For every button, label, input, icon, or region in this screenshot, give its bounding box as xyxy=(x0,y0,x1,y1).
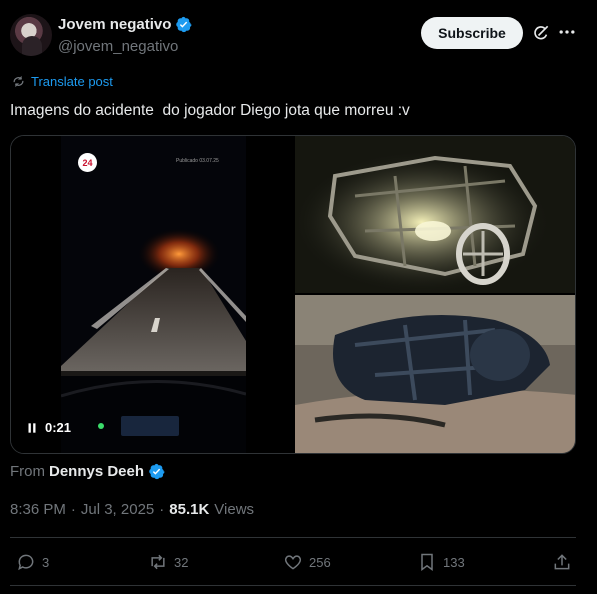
share-icon xyxy=(554,554,570,570)
post-meta: 8:36 PM · Jul 3, 2025 · 85.1K Views xyxy=(10,501,254,518)
author-name-row[interactable]: Jovem negativo xyxy=(58,16,192,33)
video-player[interactable]: 24 Publicado 03.07.25 0:21 xyxy=(11,136,293,453)
like-icon xyxy=(284,555,302,570)
pause-icon[interactable] xyxy=(25,421,39,435)
video-overlay-text: Publicado 03.07.25 xyxy=(176,158,219,164)
share-button[interactable] xyxy=(552,552,572,572)
translate-icon xyxy=(13,75,24,88)
repost-icon xyxy=(151,554,165,570)
translate-post-link[interactable]: Translate post xyxy=(11,74,113,89)
more-icon[interactable] xyxy=(557,22,577,42)
like-count: 256 xyxy=(309,554,331,570)
night-road-scene xyxy=(61,136,246,453)
wreck-image-top[interactable] xyxy=(295,136,575,293)
display-name[interactable]: Jovem negativo xyxy=(58,16,171,33)
repost-button[interactable]: 32 xyxy=(148,552,188,572)
post-text: Imagens do acidente do jogador Diego jot… xyxy=(10,102,410,119)
reply-icon xyxy=(18,554,34,571)
handle[interactable]: @jovem_negativo xyxy=(58,38,178,55)
post-time[interactable]: 8:36 PM xyxy=(10,501,66,518)
from-label: From xyxy=(10,463,45,480)
views-count: 85.1K xyxy=(169,501,210,518)
verified-badge-icon xyxy=(176,16,192,33)
action-bar: 3 32 256 133 xyxy=(0,542,597,584)
views-label: Views xyxy=(214,501,255,518)
meta-separator: · xyxy=(159,501,165,518)
post: Jovem negativo @jovem_negativo Subscribe… xyxy=(0,0,597,594)
repost-count: 32 xyxy=(174,554,189,570)
wreck-image-bottom[interactable] xyxy=(295,295,575,453)
video-time: 0:21 xyxy=(45,420,72,435)
bookmark-button[interactable]: 133 xyxy=(417,552,465,572)
divider xyxy=(10,537,576,538)
meta-separator: · xyxy=(70,501,76,518)
subscribe-button[interactable]: Subscribe xyxy=(421,17,523,49)
channel-logo: 24 xyxy=(78,153,97,172)
grok-icon[interactable] xyxy=(531,23,551,43)
post-date[interactable]: Jul 3, 2025 xyxy=(81,501,154,518)
divider xyxy=(10,585,576,586)
verified-badge-icon xyxy=(149,463,165,480)
video-controls: 0:21 xyxy=(25,420,71,435)
from-name-link[interactable]: Dennys Deeh xyxy=(49,463,144,480)
avatar[interactable] xyxy=(10,14,52,56)
reply-button[interactable]: 3 xyxy=(16,552,49,572)
like-button[interactable]: 256 xyxy=(283,552,331,572)
attribution-row: From Dennys Deeh xyxy=(10,463,165,480)
media-grid: 24 Publicado 03.07.25 0:21 xyxy=(10,135,576,454)
bookmark-count: 133 xyxy=(443,554,465,570)
bookmark-icon xyxy=(421,553,433,571)
translate-label[interactable]: Translate post xyxy=(31,74,113,89)
reply-count: 3 xyxy=(42,554,50,570)
video-frame: 24 Publicado 03.07.25 xyxy=(61,136,246,453)
